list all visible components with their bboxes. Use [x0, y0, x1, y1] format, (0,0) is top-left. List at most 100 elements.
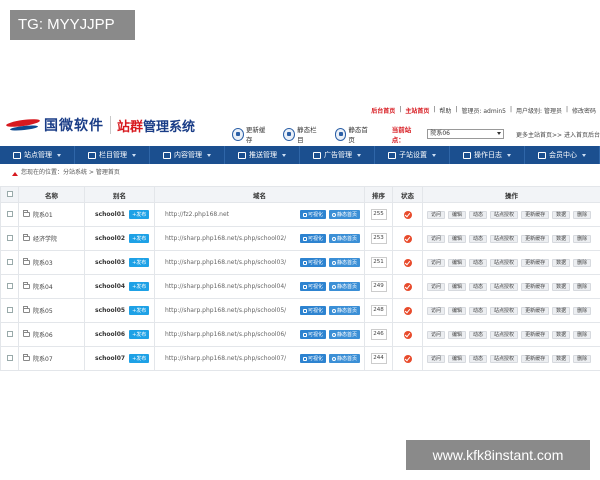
- visual-edit-button[interactable]: 可视化: [299, 330, 326, 339]
- top-link-admin-home[interactable]: 后台首页: [371, 106, 395, 115]
- row-action-button[interactable]: 动态: [469, 234, 488, 243]
- row-name[interactable]: 院系05: [33, 306, 53, 315]
- row-checkbox[interactable]: [6, 330, 13, 337]
- row-action-button[interactable]: 数据: [552, 330, 571, 339]
- publish-button[interactable]: +发布: [129, 330, 150, 339]
- nav-site-management[interactable]: 站点管理: [0, 146, 75, 164]
- row-checkbox[interactable]: [6, 258, 13, 265]
- row-action-button[interactable]: 删除: [573, 306, 592, 315]
- row-action-button[interactable]: 站点授权: [490, 282, 519, 291]
- row-action-button[interactable]: 删除: [573, 210, 592, 219]
- visual-edit-button[interactable]: 可视化: [299, 282, 326, 291]
- row-action-button[interactable]: 站点授权: [490, 354, 519, 363]
- row-domain-link[interactable]: http://sharp.php168.net/s.php/school03/: [165, 259, 286, 266]
- static-home-row-button[interactable]: 静态首页: [328, 354, 360, 363]
- row-name[interactable]: 院系06: [33, 330, 53, 339]
- visual-edit-button[interactable]: 可视化: [299, 354, 326, 363]
- row-checkbox[interactable]: [6, 306, 13, 313]
- publish-button[interactable]: +发布: [129, 234, 150, 243]
- row-action-button[interactable]: 编辑: [448, 234, 467, 243]
- sort-input[interactable]: 248: [370, 305, 387, 316]
- top-link-main-home[interactable]: 主站首页: [405, 106, 429, 115]
- publish-button[interactable]: +发布: [129, 354, 150, 363]
- row-action-button[interactable]: 更新缓存: [521, 354, 550, 363]
- row-action-button[interactable]: 访问: [427, 234, 446, 243]
- row-name[interactable]: 院系07: [33, 354, 53, 363]
- row-action-button[interactable]: 数据: [552, 306, 571, 315]
- row-action-button[interactable]: 访问: [427, 258, 446, 267]
- static-columns-button[interactable]: 静态栏目: [283, 124, 320, 144]
- row-action-button[interactable]: 动态: [469, 306, 488, 315]
- sort-input[interactable]: 246: [370, 329, 387, 340]
- row-name[interactable]: 院系01: [33, 210, 53, 219]
- status-check-icon[interactable]: [403, 330, 412, 339]
- row-action-button[interactable]: 删除: [573, 354, 592, 363]
- static-home-row-button[interactable]: 静态首页: [328, 234, 360, 243]
- row-action-button[interactable]: 更新缓存: [521, 258, 550, 267]
- row-action-button[interactable]: 删除: [573, 234, 592, 243]
- nav-ad-management[interactable]: 广告管理: [300, 146, 375, 164]
- row-action-button[interactable]: 动态: [469, 210, 488, 219]
- static-home-row-button[interactable]: 静态首页: [328, 306, 360, 315]
- row-checkbox[interactable]: [6, 282, 13, 289]
- row-name[interactable]: 院系04: [33, 282, 53, 291]
- nav-content-management[interactable]: 内容管理: [150, 146, 225, 164]
- nav-member-center[interactable]: 会员中心: [525, 146, 600, 164]
- row-action-button[interactable]: 站点授权: [490, 330, 519, 339]
- row-action-button[interactable]: 站点授权: [490, 258, 519, 267]
- publish-button[interactable]: +发布: [129, 210, 150, 219]
- row-action-button[interactable]: 数据: [552, 234, 571, 243]
- row-action-button[interactable]: 访问: [427, 306, 446, 315]
- status-check-icon[interactable]: [403, 306, 412, 315]
- row-action-button[interactable]: 更新缓存: [521, 234, 550, 243]
- row-checkbox[interactable]: [6, 354, 13, 361]
- row-action-button[interactable]: 数据: [552, 258, 571, 267]
- row-domain-link[interactable]: http://fz2.php168.net: [165, 211, 229, 218]
- status-check-icon[interactable]: [403, 354, 412, 363]
- row-checkbox[interactable]: [6, 210, 13, 217]
- static-home-row-button[interactable]: 静态首页: [328, 282, 360, 291]
- nav-column-management[interactable]: 栏目管理: [75, 146, 150, 164]
- row-action-button[interactable]: 编辑: [448, 354, 467, 363]
- select-all-checkbox[interactable]: [6, 190, 13, 197]
- row-name[interactable]: 经济学院: [33, 234, 57, 243]
- status-check-icon[interactable]: [403, 234, 412, 243]
- sort-input[interactable]: 251: [370, 257, 387, 268]
- row-action-button[interactable]: 站点授权: [490, 306, 519, 315]
- nav-operation-log[interactable]: 操作日志: [450, 146, 525, 164]
- row-action-button[interactable]: 动态: [469, 354, 488, 363]
- sort-input[interactable]: 249: [370, 281, 387, 292]
- row-action-button[interactable]: 动态: [469, 282, 488, 291]
- row-action-button[interactable]: 动态: [469, 258, 488, 267]
- row-action-button[interactable]: 访问: [427, 210, 446, 219]
- row-action-button[interactable]: 访问: [427, 282, 446, 291]
- static-home-row-button[interactable]: 静态首页: [328, 330, 360, 339]
- row-action-button[interactable]: 编辑: [448, 330, 467, 339]
- row-domain-link[interactable]: http://sharp.php168.net/s.php/school02/: [165, 235, 286, 242]
- row-action-button[interactable]: 访问: [427, 354, 446, 363]
- row-action-button[interactable]: 动态: [469, 330, 488, 339]
- row-action-button[interactable]: 更新缓存: [521, 330, 550, 339]
- sort-input[interactable]: 255: [370, 209, 387, 220]
- row-action-button[interactable]: 数据: [552, 282, 571, 291]
- publish-button[interactable]: +发布: [129, 258, 150, 267]
- row-action-button[interactable]: 数据: [552, 354, 571, 363]
- publish-button[interactable]: +发布: [129, 282, 150, 291]
- row-action-button[interactable]: 删除: [573, 330, 592, 339]
- row-action-button[interactable]: 更新缓存: [521, 210, 550, 219]
- nav-subsite-settings[interactable]: 子站设置: [375, 146, 450, 164]
- visual-edit-button[interactable]: 可视化: [299, 306, 326, 315]
- row-checkbox[interactable]: [6, 234, 13, 241]
- row-action-button[interactable]: 删除: [573, 258, 592, 267]
- row-action-button[interactable]: 访问: [427, 330, 446, 339]
- status-check-icon[interactable]: [403, 258, 412, 267]
- row-domain-link[interactable]: http://sharp.php168.net/s.php/school07/: [165, 355, 286, 362]
- visual-edit-button[interactable]: 可视化: [299, 234, 326, 243]
- row-action-button[interactable]: 删除: [573, 282, 592, 291]
- row-action-button[interactable]: 编辑: [448, 306, 467, 315]
- update-cache-button[interactable]: 更新缓存: [232, 124, 269, 144]
- more-links[interactable]: 更多主站首页>> 进入首页后台: [516, 130, 600, 139]
- visual-edit-button[interactable]: 可视化: [299, 258, 326, 267]
- status-check-icon[interactable]: [403, 210, 412, 219]
- row-action-button[interactable]: 更新缓存: [521, 306, 550, 315]
